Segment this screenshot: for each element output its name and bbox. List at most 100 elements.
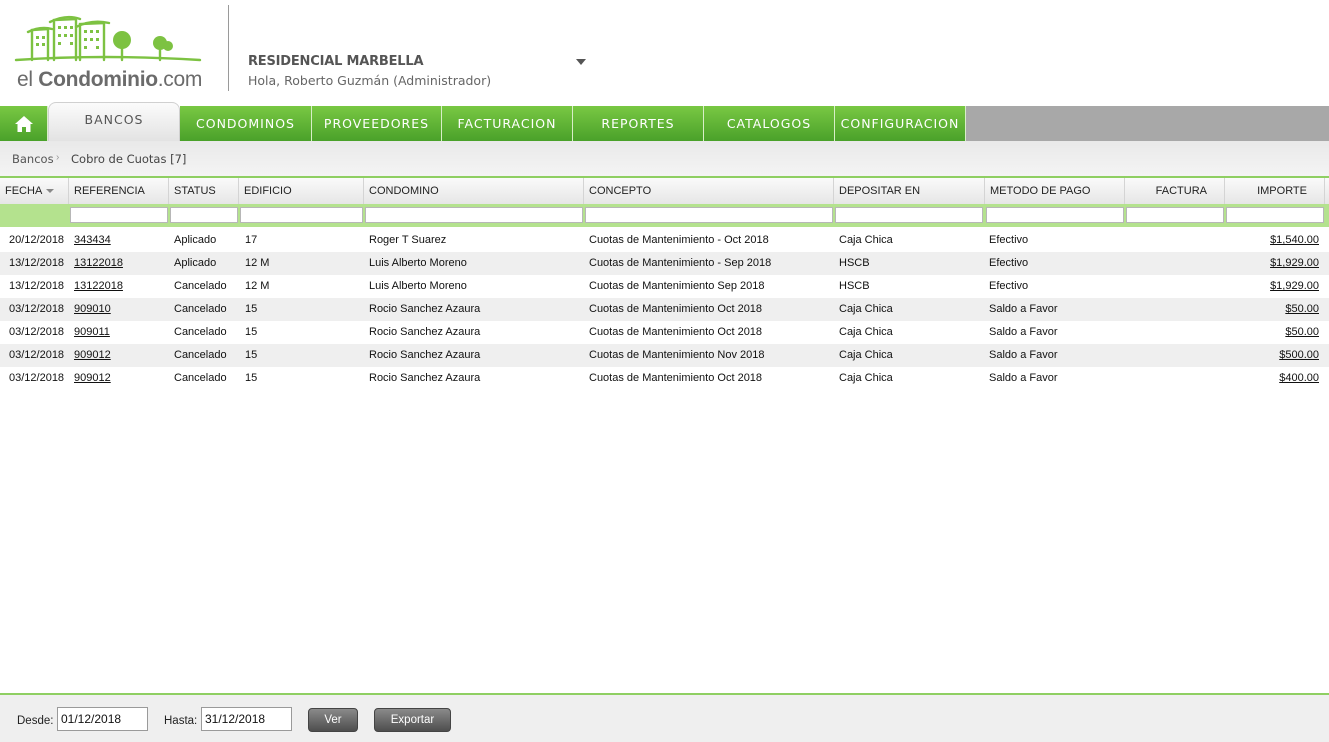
site-dropdown-arrow-icon[interactable] (576, 59, 586, 65)
column-header-fecha-label: FECHA (5, 185, 43, 197)
desde-date-input[interactable] (57, 707, 148, 731)
buildings-logo-icon (14, 15, 202, 62)
tab-reportes[interactable]: REPORTES (573, 106, 704, 141)
column-header-status[interactable]: STATUS (169, 178, 239, 204)
cell-metodo: Efectivo (989, 280, 1029, 292)
cell-metodo: Saldo a Favor (989, 303, 1058, 315)
column-header-condomino[interactable]: CONDOMINO (364, 178, 584, 204)
cell-importe[interactable]: $1,540.00 (1270, 229, 1319, 252)
breadcrumb-root[interactable]: Bancos (12, 152, 54, 166)
header: el Condominio.com RESIDENCIAL MARBELLA H… (0, 0, 1329, 104)
cell-fecha: 13/12/2018 (9, 280, 65, 292)
header-divider (228, 5, 229, 91)
filter-concepto-input[interactable] (585, 207, 833, 223)
cell-depositar: Caja Chica (839, 303, 893, 315)
cell-status: Cancelado (174, 280, 227, 292)
table-row[interactable]: 03/12/2018 909012 Cancelado 15 Rocio Sanchez… (0, 344, 1329, 367)
main-nav: BANCOS CONDOMINOS PROVEEDORES FACTURACIO… (0, 102, 1329, 141)
cell-edificio: 12 M (245, 257, 270, 269)
filter-importe-input[interactable] (1226, 207, 1324, 223)
cell-fecha: 03/12/2018 (9, 349, 65, 361)
hasta-label: Hasta: (164, 715, 198, 727)
filter-status-input[interactable] (170, 207, 238, 223)
cell-depositar: Caja Chica (839, 349, 893, 361)
cell-status: Cancelado (174, 349, 227, 361)
column-header-referencia[interactable]: REFERENCIA (69, 178, 169, 204)
cell-referencia[interactable]: 13122018 (74, 252, 123, 275)
table-row[interactable]: 03/12/2018 909010 Cancelado 15 Rocio Sanchez… (0, 298, 1329, 321)
breadcrumb-current: Cobro de Cuotas [7] (71, 152, 187, 166)
cell-importe[interactable]: $500.00 (1279, 344, 1319, 367)
cell-concepto: Cuotas de Mantenimiento Oct 2018 (589, 372, 763, 384)
cell-metodo: Efectivo (989, 234, 1029, 246)
cell-importe[interactable]: $1,929.00 (1270, 252, 1319, 275)
filter-row (0, 204, 1329, 227)
hasta-date-input[interactable] (201, 707, 292, 731)
cell-metodo: Saldo a Favor (989, 372, 1058, 384)
column-header-factura[interactable]: FACTURA (1125, 178, 1225, 204)
cell-depositar: Caja Chica (839, 326, 893, 338)
cell-concepto: Cuotas de Mantenimiento Oct 2018 (589, 303, 763, 315)
cell-importe[interactable]: $400.00 (1279, 367, 1319, 390)
logo[interactable]: el Condominio.com (14, 10, 209, 94)
cell-metodo: Saldo a Favor (989, 349, 1058, 361)
logo-text: el Condominio.com (17, 68, 202, 92)
tab-bancos[interactable]: BANCOS (48, 102, 180, 141)
cell-status: Cancelado (174, 326, 227, 338)
filter-factura-input[interactable] (1126, 207, 1224, 223)
table-row[interactable]: 03/12/2018 909011 Cancelado 15 Rocio Sanchez… (0, 321, 1329, 344)
filter-depositar-input[interactable] (835, 207, 983, 223)
tab-condominos[interactable]: CONDOMINOS (180, 106, 312, 141)
cell-referencia[interactable]: 909012 (74, 367, 111, 390)
cell-concepto: Cuotas de Mantenimiento Sep 2018 (589, 280, 765, 292)
cell-importe[interactable]: $50.00 (1285, 321, 1319, 344)
cell-depositar: Caja Chica (839, 234, 893, 246)
cell-condomino: Roger T Suarez (369, 234, 447, 246)
column-header-depositar[interactable]: DEPOSITAR EN (834, 178, 985, 204)
cell-importe[interactable]: $50.00 (1285, 298, 1319, 321)
filter-edificio-input[interactable] (240, 207, 363, 223)
cell-edificio: 15 (245, 303, 258, 315)
tab-catalogos[interactable]: CATALOGOS (704, 106, 835, 141)
cell-metodo: Efectivo (989, 257, 1029, 269)
cell-edificio: 12 M (245, 280, 270, 292)
cell-depositar: HSCB (839, 280, 870, 292)
nav-filler (966, 106, 1329, 141)
breadcrumb-separator-icon: › (56, 152, 60, 163)
column-header-concepto[interactable]: CONCEPTO (584, 178, 834, 204)
table-row[interactable]: 20/12/2018 343434 Aplicado 17 Roger T Suarez… (0, 229, 1329, 252)
cell-referencia[interactable]: 343434 (74, 229, 111, 252)
filter-metodo-input[interactable] (986, 207, 1124, 223)
cell-referencia[interactable]: 909010 (74, 298, 111, 321)
table-row[interactable]: 13/12/2018 13122018 Cancelado 12 M Luis Albe… (0, 275, 1329, 298)
column-header-importe[interactable]: IMPORTE (1225, 178, 1325, 204)
exportar-button[interactable]: Exportar (374, 708, 451, 732)
cell-condomino: Luis Alberto Moreno (369, 257, 467, 269)
column-header-fecha[interactable]: FECHA (0, 178, 69, 204)
column-header-metodo[interactable]: METODO DE PAGO (985, 178, 1125, 204)
tab-facturacion[interactable]: FACTURACION (442, 106, 573, 141)
cell-status: Aplicado (174, 234, 217, 246)
cell-importe[interactable]: $1,929.00 (1270, 275, 1319, 298)
cell-metodo: Saldo a Favor (989, 326, 1058, 338)
cell-edificio: 15 (245, 349, 258, 361)
column-header-edificio[interactable]: EDIFICIO (239, 178, 364, 204)
cell-referencia[interactable]: 909011 (74, 321, 110, 344)
ver-button[interactable]: Ver (308, 708, 358, 732)
cell-referencia[interactable]: 909012 (74, 344, 111, 367)
tab-configuracion[interactable]: CONFIGURACION (835, 106, 966, 141)
sort-desc-icon (46, 189, 55, 194)
cell-referencia[interactable]: 13122018 (74, 275, 123, 298)
cell-status: Aplicado (174, 257, 217, 269)
table-row[interactable]: 03/12/2018 909012 Cancelado 15 Rocio Sanchez… (0, 367, 1329, 390)
filter-condomino-input[interactable] (365, 207, 583, 223)
site-name[interactable]: RESIDENCIAL MARBELLA (248, 54, 424, 69)
cell-concepto: Cuotas de Mantenimiento - Oct 2018 (589, 234, 769, 246)
cell-edificio: 15 (245, 372, 258, 384)
nav-home-button[interactable] (0, 106, 48, 141)
tab-proveedores[interactable]: PROVEEDORES (312, 106, 442, 141)
filter-referencia-input[interactable] (70, 207, 168, 223)
table-row[interactable]: 13/12/2018 13122018 Aplicado 12 M Luis Alber… (0, 252, 1329, 275)
desde-label: Desde: (17, 715, 54, 727)
cell-depositar: Caja Chica (839, 372, 893, 384)
